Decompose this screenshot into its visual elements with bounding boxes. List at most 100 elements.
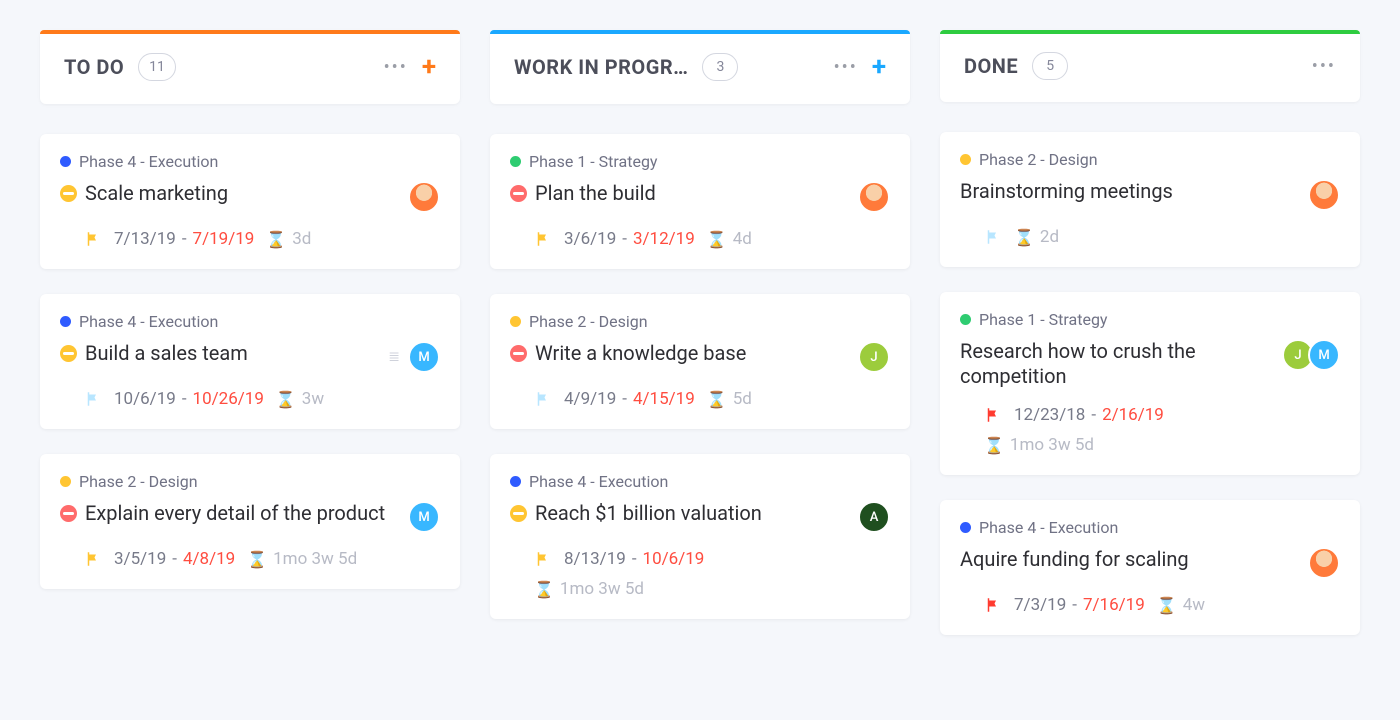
task-card[interactable]: Phase 4 - Execution Aquire funding for s…: [940, 500, 1360, 635]
column-title: TO DO: [64, 55, 124, 79]
avatar-stack: [1308, 179, 1340, 211]
task-card[interactable]: Phase 1 - Strategy Research how to crush…: [940, 292, 1360, 475]
kanban-column: DONE 5 ••• Phase 2 - Design Brainstormin…: [940, 30, 1360, 660]
phase-label: Phase 4 - Execution: [79, 152, 218, 171]
column-header[interactable]: TO DO 11 ••• +: [40, 30, 460, 104]
card-title: Aquire funding for scaling: [960, 547, 1300, 572]
avatar[interactable]: A: [858, 501, 890, 533]
end-date: 2/16/19: [1102, 405, 1164, 425]
start-date: 3/5/19: [114, 549, 166, 569]
hourglass-icon: ⌛: [534, 580, 554, 599]
avatar[interactable]: [858, 181, 890, 213]
task-card[interactable]: Phase 2 - Design Brainstorming meetings …: [940, 132, 1360, 267]
task-card[interactable]: Phase 4 - Execution Build a sales team ≣…: [40, 294, 460, 429]
phase-dot-icon: [60, 316, 71, 327]
card-title: Scale marketing: [85, 181, 400, 206]
card-title: Plan the build: [535, 181, 850, 206]
avatar-stack: [1308, 547, 1340, 579]
column-count-badge: 5: [1032, 52, 1068, 80]
hourglass-icon: ⌛: [707, 390, 727, 409]
start-date: 3/6/19: [564, 229, 616, 249]
start-date: 10/6/19: [114, 389, 176, 409]
card-title: Brainstorming meetings: [960, 179, 1300, 204]
kanban-column: TO DO 11 ••• + Phase 4 - Execution Scale…: [40, 30, 460, 614]
status-icon: [60, 505, 77, 522]
hourglass-icon: ⌛: [247, 550, 267, 569]
hourglass-icon: ⌛: [707, 230, 727, 249]
avatar-stack: M: [408, 501, 440, 533]
start-date: 4/9/19: [564, 389, 616, 409]
phase-dot-icon: [960, 154, 971, 165]
card-title: Write a knowledge base: [535, 341, 850, 366]
date-range: 7/13/19 - 7/19/19: [114, 229, 254, 249]
description-icon: ≣: [388, 349, 400, 365]
end-date: 3/12/19: [633, 229, 695, 249]
phase-dot-icon: [960, 522, 971, 533]
column-count-badge: 11: [138, 53, 176, 81]
task-card[interactable]: Phase 4 - Execution Reach $1 billion val…: [490, 454, 910, 619]
phase-label: Phase 1 - Strategy: [529, 152, 658, 171]
hourglass-icon: ⌛: [276, 390, 296, 409]
kanban-column: WORK IN PROGR… 3 ••• + Phase 1 - Strateg…: [490, 30, 910, 644]
task-card[interactable]: Phase 4 - Execution Scale marketing 7/13…: [40, 134, 460, 269]
flag-icon: [984, 406, 1002, 424]
phase-dot-icon: [510, 156, 521, 167]
avatar[interactable]: M: [1308, 339, 1340, 371]
avatar[interactable]: [1308, 547, 1340, 579]
avatar[interactable]: [408, 181, 440, 213]
column-header[interactable]: DONE 5 •••: [940, 30, 1360, 102]
avatar[interactable]: M: [408, 501, 440, 533]
date-range: 8/13/19 - 10/6/19: [564, 549, 704, 569]
flag-icon: [984, 596, 1002, 614]
date-range: 12/23/18 - 2/16/19: [1014, 405, 1164, 425]
avatar-stack: J: [858, 341, 890, 373]
duration: ⌛1mo 3w 5d: [247, 549, 357, 569]
avatar-stack: [858, 181, 890, 213]
column-header[interactable]: WORK IN PROGR… 3 ••• +: [490, 30, 910, 104]
task-card[interactable]: Phase 1 - Strategy Plan the build 3/6/19…: [490, 134, 910, 269]
avatar-stack: [408, 181, 440, 213]
date-range: 3/5/19 - 4/8/19: [114, 549, 235, 569]
end-date: 7/16/19: [1083, 595, 1145, 615]
flag-icon: [534, 550, 552, 568]
date-range: 3/6/19 - 3/12/19: [564, 229, 695, 249]
column-count-badge: 3: [702, 53, 738, 81]
end-date: 4/8/19: [183, 549, 235, 569]
avatar[interactable]: [1308, 179, 1340, 211]
date-range: 10/6/19 - 10/26/19: [114, 389, 264, 409]
avatar[interactable]: M: [408, 341, 440, 373]
duration: ⌛4d: [707, 229, 752, 249]
add-card-button[interactable]: +: [872, 52, 886, 82]
column-menu-button[interactable]: •••: [1312, 56, 1336, 77]
phase-label: Phase 2 - Design: [529, 312, 648, 331]
hourglass-icon: ⌛: [1014, 228, 1034, 247]
phase-label: Phase 2 - Design: [79, 472, 198, 491]
phase-label: Phase 4 - Execution: [529, 472, 668, 491]
card-title: Research how to crush the competition: [960, 339, 1274, 389]
end-date: 10/6/19: [643, 549, 705, 569]
status-icon: [510, 505, 527, 522]
duration: ⌛2d: [1014, 227, 1059, 247]
add-card-button[interactable]: +: [422, 52, 436, 82]
phase-label: Phase 1 - Strategy: [979, 310, 1108, 329]
task-card[interactable]: Phase 2 - Design Write a knowledge base …: [490, 294, 910, 429]
task-card[interactable]: Phase 2 - Design Explain every detail of…: [40, 454, 460, 589]
end-date: 4/15/19: [633, 389, 695, 409]
phase-dot-icon: [60, 476, 71, 487]
date-range: 4/9/19 - 4/15/19: [564, 389, 695, 409]
avatar-stack: A: [858, 501, 890, 533]
flag-icon: [84, 550, 102, 568]
duration: ⌛1mo 3w 5d: [984, 435, 1094, 455]
column-menu-button[interactable]: •••: [834, 57, 858, 78]
end-date: 10/26/19: [193, 389, 264, 409]
end-date: 7/19/19: [193, 229, 255, 249]
duration: ⌛1mo 3w 5d: [534, 579, 644, 599]
avatar-stack: M: [408, 341, 440, 373]
column-menu-button[interactable]: •••: [384, 57, 408, 78]
duration: ⌛4w: [1157, 595, 1205, 615]
hourglass-icon: ⌛: [1157, 596, 1177, 615]
kanban-board: TO DO 11 ••• + Phase 4 - Execution Scale…: [40, 30, 1360, 660]
flag-icon: [84, 390, 102, 408]
phase-label: Phase 4 - Execution: [979, 518, 1118, 537]
avatar[interactable]: J: [858, 341, 890, 373]
